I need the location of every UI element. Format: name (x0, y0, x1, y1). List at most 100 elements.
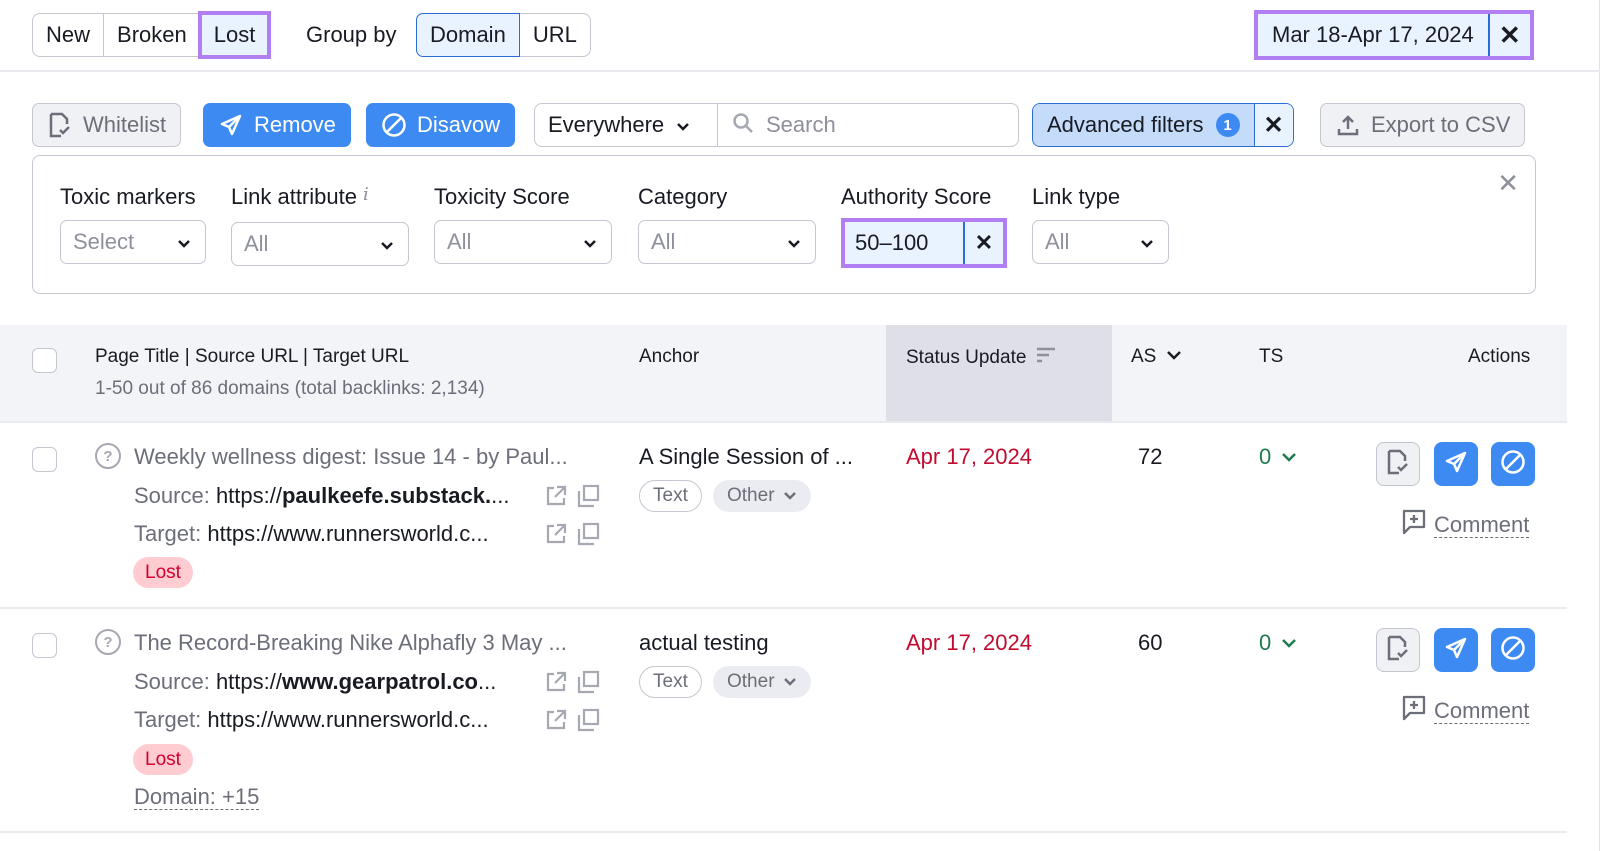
chevron-down-icon (380, 231, 394, 257)
select-value: All (447, 229, 472, 254)
copy-icon[interactable] (576, 522, 600, 546)
toxicity-score-dropdown[interactable]: 0 (1259, 444, 1297, 470)
block-icon (381, 112, 407, 138)
external-link-icon[interactable] (544, 708, 568, 732)
remove-action-button[interactable] (1434, 442, 1478, 486)
row-checkbox[interactable] (32, 447, 57, 472)
filter-authority-score: Authority Score 50–100 ✕ (841, 184, 1007, 268)
info-icon[interactable]: i (363, 184, 369, 205)
status-tabs: New Broken Lost (32, 11, 272, 59)
toxicity-score-dropdown[interactable]: 0 (1259, 630, 1297, 656)
column-page-title: Page Title | Source URL | Target URL (95, 346, 410, 367)
source-prefix: Source: (134, 669, 216, 694)
column-label: AS (1131, 346, 1157, 367)
comment-add-icon (1402, 695, 1426, 727)
filter-label: Link attribute i (231, 184, 409, 210)
close-panel-button[interactable]: ✕ (1497, 168, 1519, 199)
table-row: ? Weekly wellness digest: Issue 14 - by … (0, 421, 1567, 607)
filter-category: Category All (638, 184, 816, 264)
column-ts[interactable]: TS (1259, 346, 1283, 368)
filter-label: Authority Score (841, 184, 992, 209)
column-as[interactable]: AS (1131, 346, 1182, 368)
column-status-update[interactable]: Status Update (906, 346, 1056, 370)
external-link-icon[interactable] (544, 484, 568, 508)
remove-button[interactable]: Remove (203, 103, 351, 147)
comment-button[interactable]: Comment (1402, 695, 1530, 727)
url-tail: ... (478, 669, 497, 694)
anchor-text: actual testing (639, 630, 769, 655)
external-link-icon[interactable] (544, 670, 568, 694)
disavow-action-button[interactable] (1491, 442, 1535, 486)
anchor-attr-dropdown[interactable]: Other (713, 480, 811, 512)
backlink-audit-panel: New Broken Lost Group by Domain URL Mar … (0, 0, 1600, 851)
block-icon (1500, 635, 1526, 666)
scope-select[interactable]: Everywhere (535, 104, 718, 146)
comment-label: Comment (1434, 697, 1530, 724)
source-url: Source: https://paulkeefe.substack.... (134, 483, 509, 509)
status-date: Apr 17, 2024 (906, 444, 1032, 469)
close-icon: ✕ (1263, 111, 1284, 139)
search-icon (732, 112, 754, 139)
chevron-down-icon (783, 485, 797, 507)
close-icon: ✕ (974, 230, 994, 255)
column-label: Status Update (906, 347, 1027, 368)
filter-link-attribute: Link attribute i All (231, 184, 409, 266)
filter-label: Toxic markers (60, 184, 196, 209)
column-actions: Actions (1468, 346, 1531, 367)
group-by-url[interactable]: URL (520, 14, 590, 56)
target-prefix: Target: (134, 521, 208, 546)
disavow-action-button[interactable] (1491, 628, 1535, 672)
chevron-down-icon (1281, 630, 1297, 656)
tag-label: Other (727, 485, 775, 506)
copy-icon[interactable] (576, 484, 600, 508)
advanced-filters-button[interactable]: Advanced filters 1 (1033, 104, 1255, 146)
date-range-value[interactable]: Mar 18-Apr 17, 2024 (1258, 14, 1490, 56)
block-icon (1500, 449, 1526, 480)
copy-icon[interactable] (576, 670, 600, 694)
status-date: Apr 17, 2024 (906, 630, 1032, 655)
advanced-filters-panel: ✕ Toxic markers Select Link attribute i A… (32, 155, 1536, 294)
toxic-markers-select[interactable]: Select (60, 220, 206, 264)
source-url-link[interactable]: https://paulkeefe.substack.... (216, 483, 510, 508)
authority-score-value: 60 (1138, 630, 1163, 655)
external-link-icon[interactable] (544, 522, 568, 546)
remove-action-button[interactable] (1434, 628, 1478, 672)
tab-broken[interactable]: Broken (104, 14, 201, 56)
page-title-link[interactable]: Weekly wellness digest: Issue 14 - by Pa… (134, 444, 568, 470)
target-prefix: Target: (134, 707, 208, 732)
link-attribute-select[interactable]: All (231, 222, 409, 266)
category-select[interactable]: All (638, 220, 816, 264)
copy-icon[interactable] (576, 708, 600, 732)
anchor-attr-dropdown[interactable]: Other (713, 666, 811, 698)
source-url-link[interactable]: https://www.gearpatrol.co... (216, 669, 496, 694)
status-badge: Lost (133, 557, 193, 588)
date-clear-button[interactable]: ✕ (1490, 14, 1530, 56)
authority-score-clear-button[interactable]: ✕ (965, 222, 1003, 264)
search-input[interactable] (766, 112, 996, 138)
whitelist-action-button[interactable] (1376, 628, 1420, 672)
link-type-select[interactable]: All (1032, 220, 1169, 264)
toxicity-score-select[interactable]: All (434, 220, 612, 264)
target-url-link[interactable]: https://www.runnersworld.c... (207, 521, 488, 546)
select-value: All (1045, 229, 1070, 254)
whitelist-action-button[interactable] (1376, 442, 1420, 486)
export-csv-button[interactable]: Export to CSV (1320, 103, 1526, 147)
clear-filters-button[interactable]: ✕ (1254, 104, 1293, 146)
disavow-button[interactable]: Disavow (366, 103, 516, 147)
authority-score-input: 50–100 ✕ (841, 218, 1007, 268)
target-url-link[interactable]: https://www.runnersworld.c... (207, 707, 488, 732)
advanced-filters: Advanced filters 1 ✕ (1032, 103, 1294, 147)
select-all-checkbox[interactable] (32, 348, 57, 373)
tab-new[interactable]: New (33, 14, 105, 56)
domain-more-link[interactable]: Domain: +15 (134, 785, 260, 810)
whitelist-button[interactable]: Whitelist (32, 103, 182, 147)
row-checkbox[interactable] (32, 633, 57, 658)
authority-score-value[interactable]: 50–100 (845, 222, 965, 264)
export-label: Export to CSV (1371, 112, 1511, 137)
url-plain: https:// (215, 483, 282, 508)
tab-lost[interactable]: Lost (197, 11, 272, 59)
close-icon: ✕ (1498, 19, 1521, 50)
group-by-domain[interactable]: Domain (416, 13, 520, 57)
page-title-link[interactable]: The Record-Breaking Nike Alphafly 3 May … (134, 630, 567, 656)
comment-button[interactable]: Comment (1402, 509, 1530, 541)
